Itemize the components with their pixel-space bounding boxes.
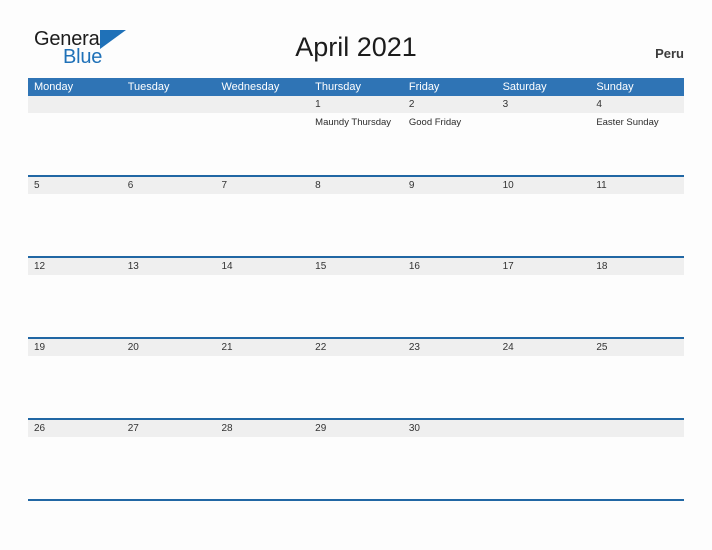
- day-event-label: [309, 275, 403, 291]
- day-event-label: [497, 275, 591, 291]
- calendar-page: General Blue April 2021 Peru Monday Tues…: [0, 0, 712, 550]
- day-event-label: [403, 437, 497, 453]
- day-number[interactable]: 15: [309, 258, 403, 275]
- day-number[interactable]: 18: [590, 258, 684, 275]
- day-event-label: [497, 437, 591, 453]
- day-number[interactable]: 22: [309, 339, 403, 356]
- day-event-label: [403, 194, 497, 210]
- day-event-label: [590, 356, 684, 372]
- week-date-strip: 19 20 21 22 23 24 25: [28, 339, 684, 356]
- day-number[interactable]: 26: [28, 420, 122, 437]
- day-number[interactable]: [122, 96, 216, 113]
- day-event-label: [309, 356, 403, 372]
- day-event-label: [590, 275, 684, 291]
- day-number[interactable]: 1: [309, 96, 403, 113]
- day-number[interactable]: 12: [28, 258, 122, 275]
- day-event-label: [497, 194, 591, 210]
- day-number[interactable]: [28, 96, 122, 113]
- day-event-label: [215, 113, 309, 129]
- day-number[interactable]: 20: [122, 339, 216, 356]
- day-event-label: [590, 437, 684, 453]
- weekday-header-friday: Friday: [408, 81, 440, 93]
- week-event-strip: Maundy Thursday Good Friday Easter Sunda…: [28, 113, 684, 129]
- week-date-strip: 1 2 3 4: [28, 96, 684, 113]
- day-number[interactable]: 24: [497, 339, 591, 356]
- day-number[interactable]: 8: [309, 177, 403, 194]
- day-number[interactable]: 17: [497, 258, 591, 275]
- country-label: Peru: [655, 46, 684, 61]
- weekday-header-tuesday: Tuesday: [127, 81, 170, 93]
- day-number[interactable]: 30: [403, 420, 497, 437]
- day-event-label: [28, 113, 122, 129]
- week-row: 5 6 7 8 9 10 11: [28, 177, 684, 258]
- day-event-label: [497, 356, 591, 372]
- day-number[interactable]: 14: [215, 258, 309, 275]
- week-row: 26 27 28 29 30: [28, 420, 684, 501]
- weekday-header-monday: Monday: [34, 81, 74, 93]
- page-title: April 2021: [295, 32, 417, 62]
- day-event-label: [403, 275, 497, 291]
- day-event-label: [28, 194, 122, 210]
- day-event-label: [28, 275, 122, 291]
- week-event-strip: [28, 275, 684, 291]
- day-number[interactable]: 16: [403, 258, 497, 275]
- weekday-header-row: Monday Tuesday Wednesday Thursday Friday…: [28, 78, 684, 96]
- day-number[interactable]: 11: [590, 177, 684, 194]
- day-event-label: [215, 194, 309, 210]
- week-row: 1 2 3 4 Maundy Thursday Good Friday East…: [28, 96, 684, 177]
- day-number[interactable]: 9: [403, 177, 497, 194]
- day-number[interactable]: 7: [215, 177, 309, 194]
- day-number[interactable]: 19: [28, 339, 122, 356]
- day-number[interactable]: 27: [122, 420, 216, 437]
- weekday-header-saturday: Saturday: [502, 81, 547, 93]
- day-event-label: Maundy Thursday: [315, 117, 392, 128]
- day-event-label: [215, 356, 309, 372]
- day-number[interactable]: [497, 420, 591, 437]
- day-number[interactable]: [215, 96, 309, 113]
- day-event-label: [28, 356, 122, 372]
- day-event-label: [122, 194, 216, 210]
- day-number[interactable]: [590, 420, 684, 437]
- calendar-grid: Monday Tuesday Wednesday Thursday Friday…: [28, 78, 684, 501]
- weekday-header-thursday: Thursday: [315, 81, 362, 93]
- weekday-header-wednesday: Wednesday: [221, 81, 280, 93]
- week-event-strip: [28, 356, 684, 372]
- day-event-label: [215, 437, 309, 453]
- day-number[interactable]: 13: [122, 258, 216, 275]
- week-row: 12 13 14 15 16 17 18: [28, 258, 684, 339]
- page-header: General Blue April 2021 Peru: [0, 0, 712, 78]
- day-number[interactable]: 2: [403, 96, 497, 113]
- day-number[interactable]: 25: [590, 339, 684, 356]
- week-date-strip: 26 27 28 29 30: [28, 420, 684, 437]
- day-number[interactable]: 3: [497, 96, 591, 113]
- day-event-label: [497, 113, 591, 129]
- day-event-label: [122, 113, 216, 129]
- day-event-label: [309, 437, 403, 453]
- day-event-label: [122, 275, 216, 291]
- day-event-label: [309, 194, 403, 210]
- day-number[interactable]: 28: [215, 420, 309, 437]
- week-date-strip: 12 13 14 15 16 17 18: [28, 258, 684, 275]
- weekday-header-sunday: Sunday: [596, 81, 634, 93]
- day-event-label: [28, 437, 122, 453]
- week-row: 19 20 21 22 23 24 25: [28, 339, 684, 420]
- day-number[interactable]: 6: [122, 177, 216, 194]
- day-number[interactable]: 5: [28, 177, 122, 194]
- week-event-strip: [28, 194, 684, 210]
- day-number[interactable]: 4: [590, 96, 684, 113]
- day-event-label: [590, 194, 684, 210]
- day-number[interactable]: 29: [309, 420, 403, 437]
- day-number[interactable]: 23: [403, 339, 497, 356]
- day-event-label: Easter Sunday: [596, 117, 659, 128]
- day-event-label: [215, 275, 309, 291]
- day-event-label: [122, 437, 216, 453]
- day-event-label: [122, 356, 216, 372]
- week-date-strip: 5 6 7 8 9 10 11: [28, 177, 684, 194]
- day-number[interactable]: 21: [215, 339, 309, 356]
- day-event-label: [403, 356, 497, 372]
- week-event-strip: [28, 437, 684, 453]
- day-event-label: Good Friday: [408, 117, 462, 128]
- day-number[interactable]: 10: [497, 177, 591, 194]
